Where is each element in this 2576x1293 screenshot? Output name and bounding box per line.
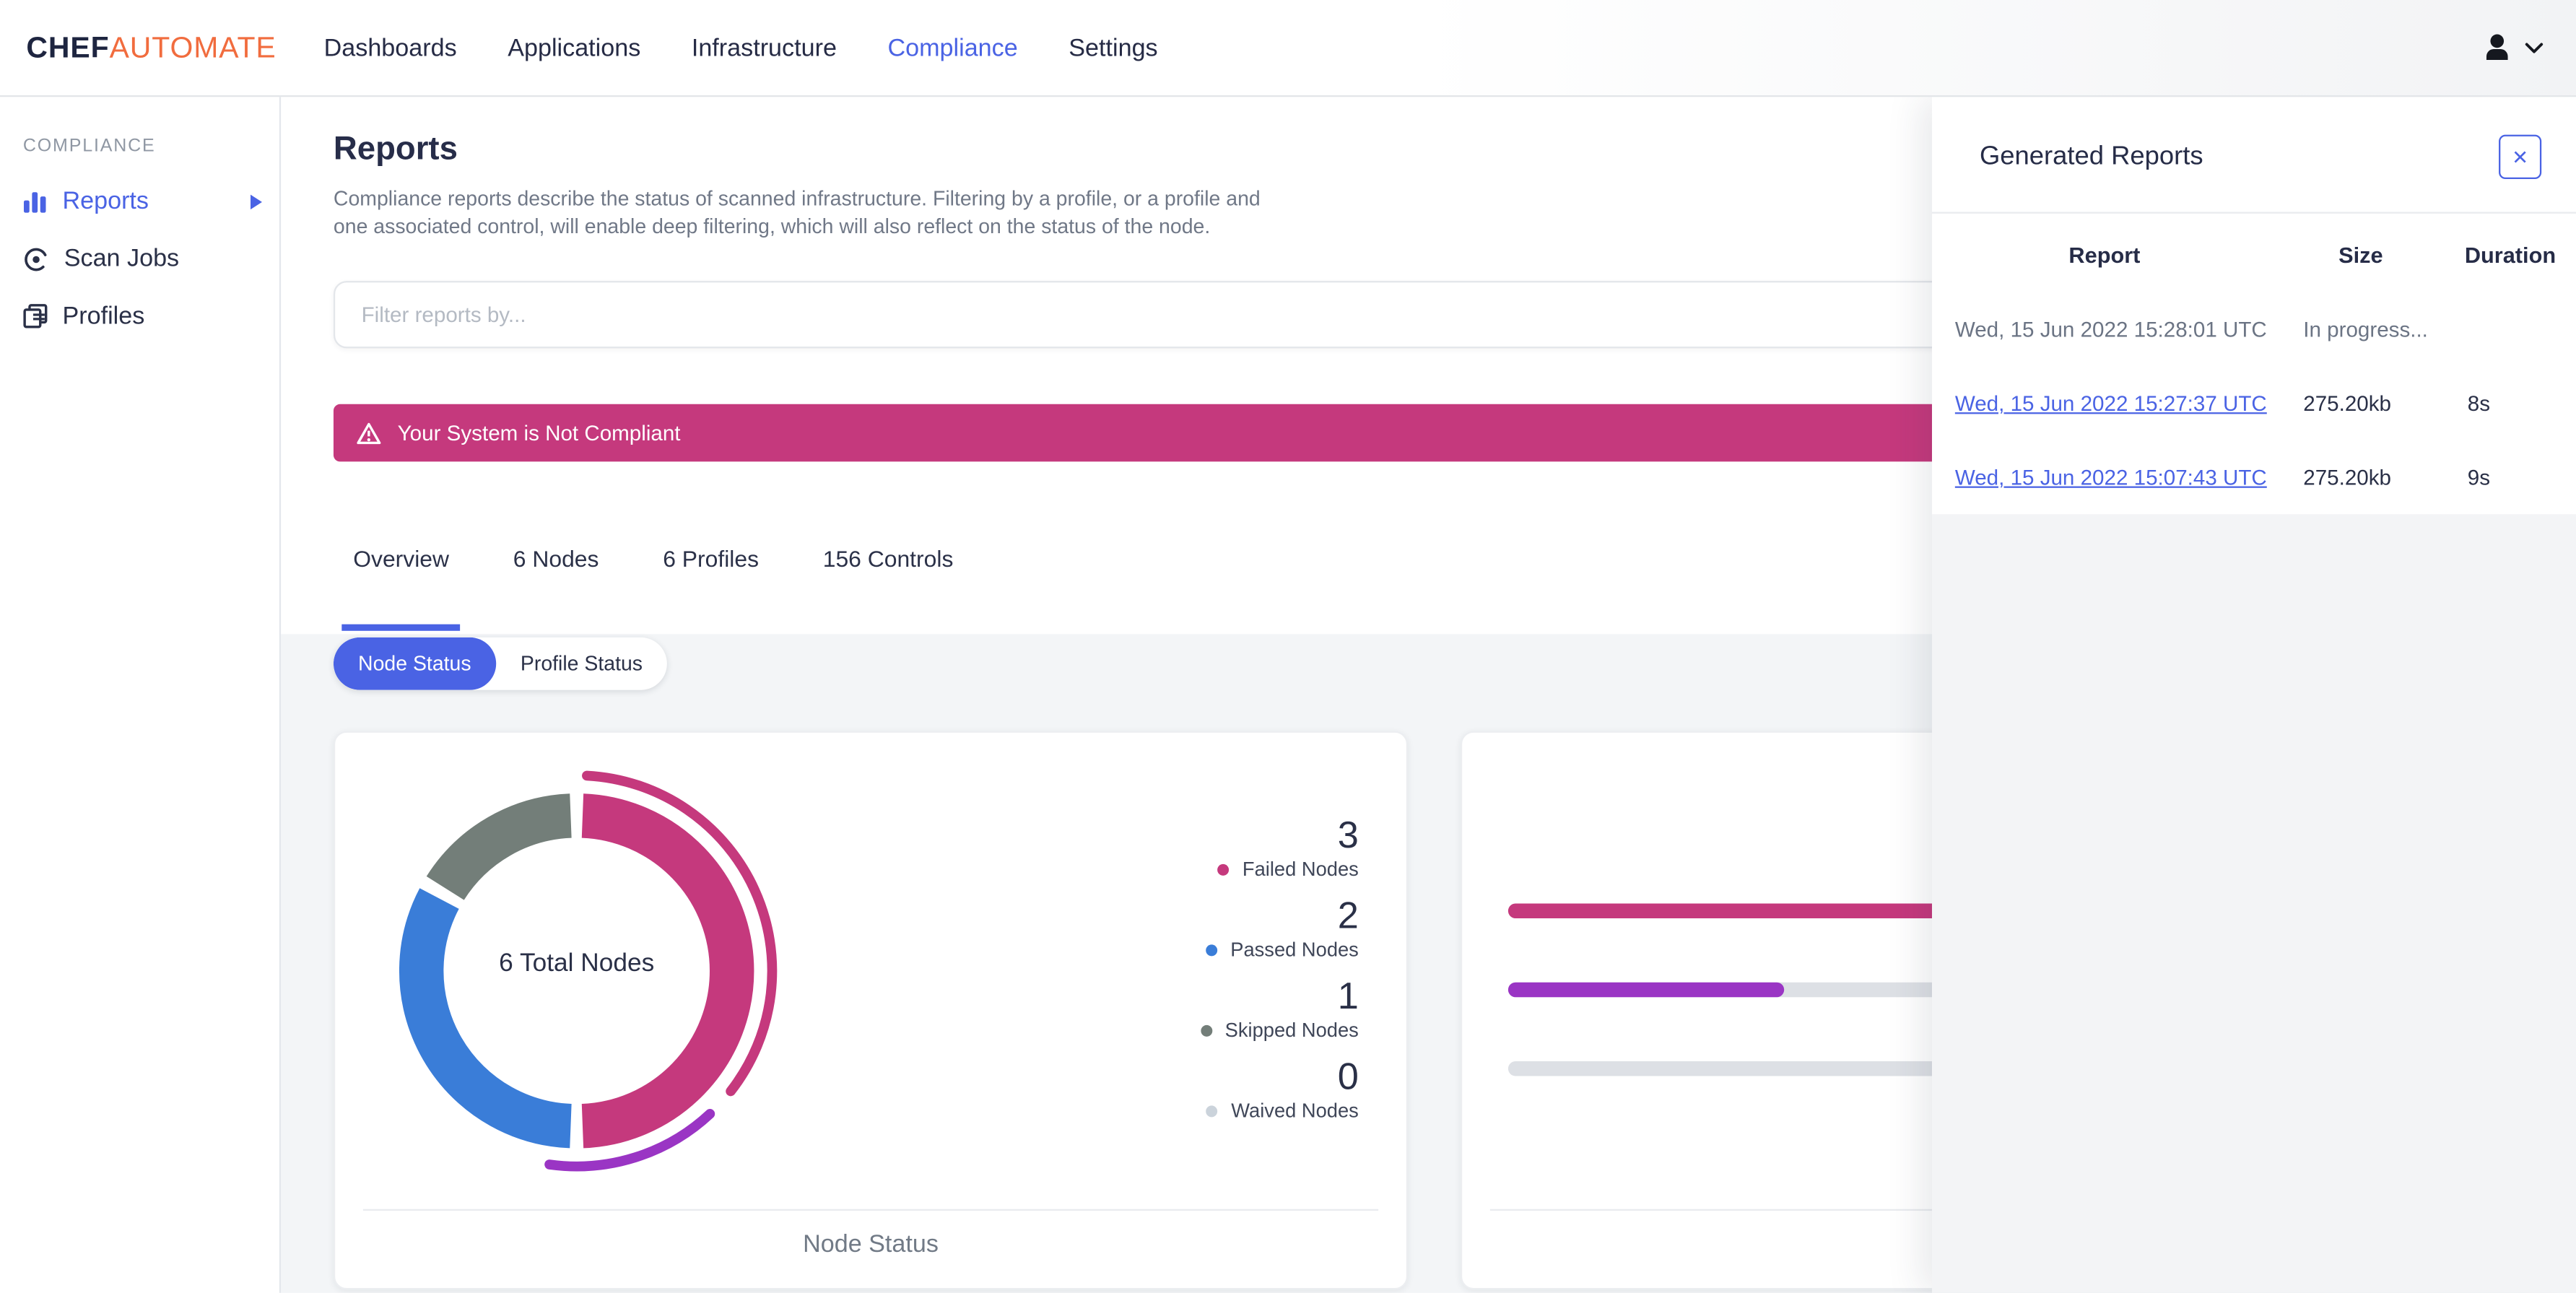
sidebar-item-label: Scan Jobs (64, 245, 180, 273)
page-description: Compliance reports describe the status o… (334, 186, 1261, 241)
sidebar-item-reports[interactable]: Reports (0, 173, 279, 230)
documents-icon (23, 304, 48, 328)
column-header-report: Report (2068, 243, 2141, 268)
node-status-legend: 3 Failed Nodes 2 Passed Nodes 1 Skipped … (1079, 813, 1359, 1137)
skipped-count: 1 (1337, 974, 1359, 1017)
waived-count: 0 (1337, 1054, 1359, 1098)
toggle-profile-status[interactable]: Profile Status (496, 637, 667, 690)
sidebar-item-profiles[interactable]: Profiles (0, 287, 279, 345)
card-divider (362, 1209, 1379, 1211)
column-header-size: Size (2338, 243, 2383, 268)
report-timestamp: Wed, 15 Jun 2022 15:28:01 UTC (1954, 317, 2267, 342)
compliance-sidebar: COMPLIANCE Reports Scan Jobs Profiles (0, 97, 282, 1293)
bar-fill (1507, 982, 1784, 998)
page-title: Reports (333, 131, 458, 168)
status-toggle: Node Status Profile Status (333, 637, 668, 690)
toggle-node-status[interactable]: Node Status (333, 637, 496, 690)
panel-divider (1931, 212, 2576, 214)
user-menu[interactable] (2479, 30, 2544, 66)
legend-label: Skipped Nodes (1224, 1018, 1359, 1042)
chef-automate-app: CHEF AUTOMATE Dashboards Applications Inf… (0, 0, 2576, 1293)
nav-dashboards[interactable]: Dashboards (324, 34, 457, 62)
report-size: 275.20kb (2303, 391, 2391, 416)
failed-dot-icon (1217, 863, 1230, 876)
scan-target-icon (23, 245, 49, 271)
nav-infrastructure[interactable]: Infrastructure (692, 34, 837, 62)
legend-failed: 3 Failed Nodes (1079, 813, 1359, 884)
report-link[interactable]: Wed, 15 Jun 2022 15:07:43 UTC (1955, 465, 2267, 489)
column-header-duration: Duration (2464, 243, 2557, 268)
nav-compliance[interactable]: Compliance (887, 34, 1017, 62)
tab-nodes[interactable]: 6 Nodes (513, 545, 599, 630)
legend-skipped: 1 Skipped Nodes (1079, 974, 1359, 1045)
sidebar-item-scan-jobs[interactable]: Scan Jobs (0, 230, 279, 288)
generated-reports-table-section: Generated Reports ✕ Report Size Duration… (1931, 97, 2576, 515)
donut-center-label: 6 Total Nodes (499, 949, 655, 978)
warning-icon (357, 422, 381, 445)
report-link[interactable]: Wed, 15 Jun 2022 15:27:37 UTC (1955, 391, 2267, 416)
top-nav: CHEF AUTOMATE Dashboards Applications Inf… (0, 0, 2576, 97)
chevron-right-icon (250, 193, 263, 209)
report-size: 275.20kb (2303, 464, 2391, 490)
nav-settings[interactable]: Settings (1069, 34, 1157, 62)
chevron-down-icon (2525, 42, 2544, 53)
sidebar-item-label: Reports (62, 187, 149, 216)
nav-applications[interactable]: Applications (508, 34, 640, 62)
tab-overview[interactable]: Overview (341, 545, 461, 631)
main-menu: Dashboards Applications Infrastructure C… (324, 34, 1158, 62)
logo-chef: CHEF (26, 30, 110, 64)
passed-count: 2 (1337, 893, 1359, 937)
legend-waived: 0 Waived Nodes (1079, 1054, 1359, 1126)
sidebar-item-label: Profiles (62, 302, 145, 331)
generated-reports-panel: Generated Reports ✕ Report Size Duration… (1931, 97, 2576, 1293)
node-status-card: 6 Total Nodes 3 Failed Nodes 2 Passed No… (333, 731, 1409, 1290)
legend-label: Failed Nodes (1242, 857, 1359, 881)
close-icon: ✕ (2512, 145, 2529, 169)
logo-automate: AUTOMATE (109, 30, 277, 64)
chef-automate-logo[interactable]: CHEF AUTOMATE (26, 30, 276, 65)
waived-dot-icon (1206, 1105, 1219, 1118)
user-icon (2479, 30, 2515, 66)
bar-chart-icon (23, 190, 48, 213)
tab-controls[interactable]: 156 Controls (823, 545, 954, 630)
close-panel-button[interactable]: ✕ (2499, 134, 2542, 180)
banner-text: Your System is Not Compliant (397, 420, 681, 445)
report-status: In progress... (2303, 317, 2428, 342)
tab-profiles[interactable]: 6 Profiles (663, 545, 759, 630)
legend-label: Passed Nodes (1230, 938, 1359, 962)
sidebar-section-label: COMPLIANCE (22, 136, 156, 157)
report-duration: 9s (2467, 464, 2491, 490)
failed-count: 3 (1337, 813, 1359, 856)
legend-label: Waived Nodes (1231, 1099, 1359, 1123)
node-status-donut: 6 Total Nodes (362, 756, 792, 1186)
report-duration: 8s (2467, 391, 2491, 416)
passed-dot-icon (1206, 944, 1218, 957)
page-description-line2: one associated control, will enable deep… (333, 215, 1211, 238)
report-tabs: Overview 6 Nodes 6 Profiles 156 Controls (341, 545, 954, 631)
panel-title: Generated Reports (1979, 142, 2203, 171)
skipped-dot-icon (1200, 1024, 1212, 1037)
page-description-line1: Compliance reports describe the status o… (333, 187, 1261, 211)
legend-passed: 2 Passed Nodes (1079, 893, 1359, 965)
node-status-card-footer: Node Status (803, 1230, 939, 1259)
